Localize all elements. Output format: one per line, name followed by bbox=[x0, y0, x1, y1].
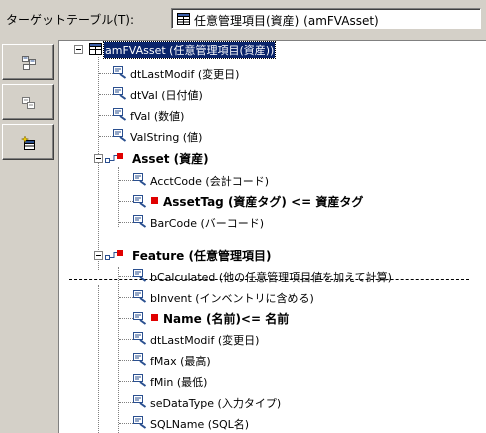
target-table-value: 任意管理項目(資産) (amFVAsset) bbox=[194, 14, 379, 28]
left-toolbar bbox=[0, 40, 56, 433]
target-table-label: ターゲットテーブル(T): bbox=[6, 13, 135, 27]
tree-field-item[interactable]: bInvent (インベントリに含める) bbox=[59, 288, 479, 306]
tree-connector bbox=[119, 297, 133, 298]
field-icon bbox=[113, 108, 127, 121]
tree-field-item-mapped[interactable]: Name (名前)<= 名前 bbox=[59, 309, 479, 327]
add-icon bbox=[21, 135, 35, 150]
tree-connector bbox=[119, 381, 133, 382]
link-icon bbox=[105, 250, 123, 260]
tree-field-item[interactable]: SQLName (SQL名) bbox=[59, 414, 479, 432]
tree-field-label: seDataType (入力タイプ) bbox=[150, 397, 282, 410]
field-icon bbox=[113, 129, 127, 142]
tree-field-label: AcctCode (会計コード) bbox=[150, 175, 269, 188]
collapse-toggle[interactable] bbox=[94, 154, 103, 163]
link-icon bbox=[105, 153, 123, 163]
tree-field-item[interactable]: AcctCode (会計コード) bbox=[59, 171, 479, 189]
table-icon bbox=[22, 56, 36, 70]
tree-field-label: SQLName (SQL名) bbox=[150, 418, 250, 431]
target-table-field[interactable]: 任意管理項目(資産) (amFVAsset) bbox=[171, 8, 481, 29]
table-tool-button[interactable] bbox=[2, 44, 54, 80]
tree-field-label: BarCode (バーコード) bbox=[150, 217, 265, 230]
tree-connector bbox=[119, 318, 133, 319]
field-icon bbox=[133, 416, 147, 429]
table-icon bbox=[89, 43, 102, 55]
field-icon bbox=[133, 332, 147, 345]
tree-connector bbox=[119, 276, 133, 277]
field-icon bbox=[133, 312, 147, 325]
tree-connector bbox=[119, 423, 133, 424]
target-table-bar: ターゲットテーブル(T): 任意管理項目(資産) (amFVAsset) bbox=[0, 0, 486, 36]
field-icon bbox=[133, 269, 147, 282]
field-icon bbox=[133, 353, 147, 366]
tree-field-label: Name (名前)<= 名前 bbox=[163, 312, 290, 326]
collapse-toggle[interactable] bbox=[74, 45, 83, 54]
field-icon bbox=[133, 290, 147, 303]
tree-field-item[interactable]: ValString (値) bbox=[59, 127, 479, 145]
tree-field-item[interactable]: dtLastModif (変更日) bbox=[59, 64, 479, 82]
tree-link-asset[interactable]: Asset (資産) bbox=[59, 149, 479, 167]
tree-link-feature[interactable]: Feature (任意管理項目) bbox=[59, 246, 479, 264]
tree-root-label: amFVAsset (任意管理項目(資産)) bbox=[102, 41, 277, 59]
field-tree[interactable]: amFVAsset (任意管理項目(資産)) dtLastModif (変更日)… bbox=[58, 40, 486, 433]
field-icon bbox=[113, 66, 127, 79]
tree-link-label: Asset (資産) bbox=[132, 152, 209, 166]
table-icon bbox=[177, 13, 190, 25]
tree-connector bbox=[99, 94, 113, 95]
tree-field-item[interactable]: fMax (最高) bbox=[59, 351, 479, 369]
field-icon bbox=[133, 395, 147, 408]
tree-field-label: AssetTag (資産タグ) <= 資産タグ bbox=[163, 195, 364, 209]
field-icon bbox=[22, 97, 35, 109]
tree-connector bbox=[119, 360, 133, 361]
tree-connector bbox=[99, 115, 113, 116]
tree-field-item[interactable]: dtVal (日付値) bbox=[59, 85, 479, 103]
tree-field-label: dtVal (日付値) bbox=[130, 89, 203, 102]
tree-connector bbox=[119, 222, 133, 223]
tree-connector bbox=[119, 201, 133, 202]
tree-connector bbox=[119, 339, 133, 340]
tree-field-label: fMax (最高) bbox=[150, 355, 211, 368]
field-icon bbox=[133, 374, 147, 387]
mapped-marker-icon bbox=[151, 197, 158, 204]
tree-field-label: dtLastModif (変更日) bbox=[130, 68, 240, 81]
tree-connector bbox=[99, 73, 113, 74]
tree-field-label: bCalculated (他の任意管理項目値を加えて計算) bbox=[150, 271, 392, 284]
tree-field-item[interactable]: BarCode (バーコード) bbox=[59, 213, 479, 231]
add-tool-button[interactable] bbox=[2, 124, 54, 160]
tree-root[interactable]: amFVAsset (任意管理項目(資産)) bbox=[59, 41, 479, 59]
mapped-marker-icon bbox=[151, 314, 158, 321]
tree-field-label: bInvent (インベントリに含める) bbox=[150, 292, 314, 305]
tree-field-label: fMin (最低) bbox=[150, 376, 208, 389]
field-tool-button[interactable] bbox=[2, 84, 54, 120]
tree-link-label: Feature (任意管理項目) bbox=[132, 249, 272, 263]
field-icon bbox=[133, 173, 147, 186]
tree-field-item-mapped[interactable]: AssetTag (資産タグ) <= 資産タグ bbox=[59, 192, 479, 210]
tree-field-item[interactable]: dtLastModif (変更日) bbox=[59, 330, 479, 348]
tree-field-label: fVal (数値) bbox=[130, 110, 185, 123]
collapse-toggle[interactable] bbox=[94, 251, 103, 260]
tree-field-item[interactable]: fMin (最低) bbox=[59, 372, 479, 390]
tree-field-item[interactable]: bCalculated (他の任意管理項目値を加えて計算) bbox=[59, 267, 479, 285]
tree-connector bbox=[119, 180, 133, 181]
field-icon bbox=[133, 215, 147, 228]
tree-field-item[interactable]: fVal (数値) bbox=[59, 106, 479, 124]
tree-connector bbox=[119, 402, 133, 403]
tree-field-item[interactable]: seDataType (入力タイプ) bbox=[59, 393, 479, 411]
tree-field-label: dtLastModif (変更日) bbox=[150, 334, 260, 347]
field-icon bbox=[113, 87, 127, 100]
field-icon bbox=[133, 195, 147, 208]
tree-field-label: ValString (値) bbox=[130, 131, 203, 144]
tree-connector bbox=[99, 136, 113, 137]
